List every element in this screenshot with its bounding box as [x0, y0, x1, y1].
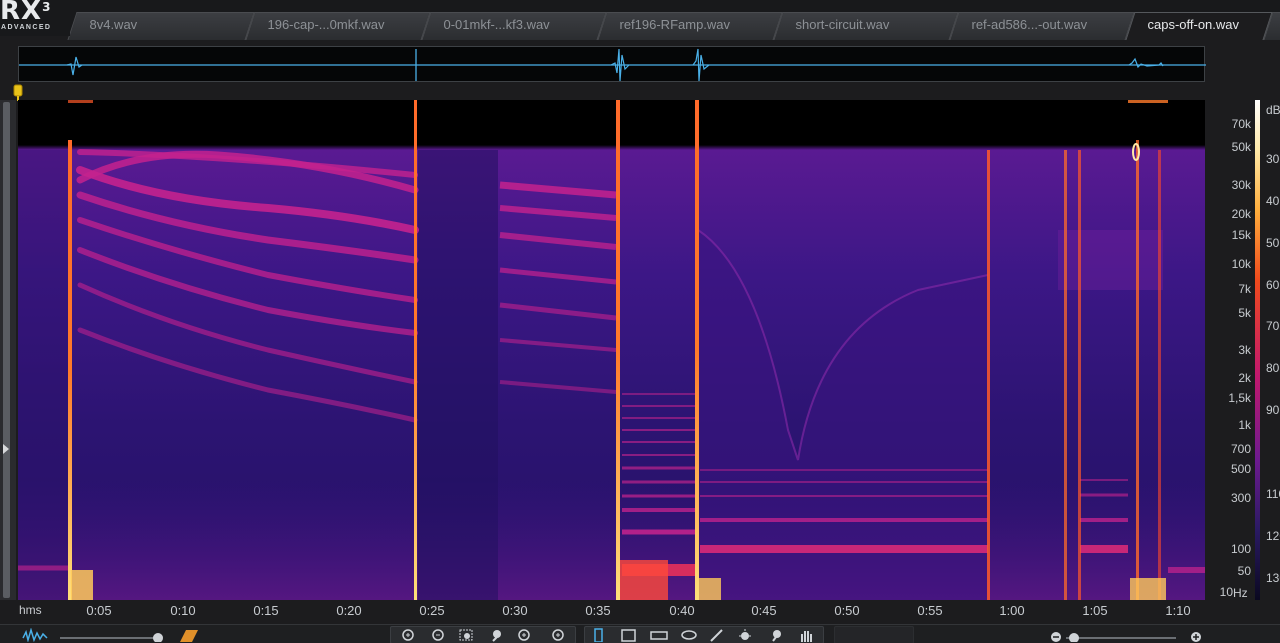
file-tab-bar: 8v4.wav 196-cap-...0mkf.wav 0-01mkf-...k…	[67, 0, 1280, 40]
db-label: 90	[1266, 403, 1280, 417]
rect-select-icon[interactable]	[620, 628, 638, 642]
db-label: 110	[1266, 487, 1280, 501]
zoom-time-icon[interactable]	[488, 628, 506, 642]
time-label: 0:25	[419, 603, 445, 618]
zoom-selection-icon[interactable]	[458, 628, 476, 642]
brush-select-icon[interactable]	[708, 628, 726, 642]
tab-8v4[interactable]: 8v4.wav	[67, 12, 255, 40]
db-label: 30	[1266, 152, 1280, 166]
magic-wand-icon[interactable]	[736, 628, 754, 642]
tab-short-circuit[interactable]: short-circuit.wav	[773, 12, 959, 40]
tab-ref-ad586[interactable]: ref-ad586...-out.wav	[949, 12, 1135, 40]
freq-select-icon[interactable]	[650, 628, 668, 642]
freq-label: 5k	[1238, 306, 1251, 320]
time-label: 0:50	[834, 603, 860, 618]
lasso-select-icon[interactable]	[680, 628, 698, 642]
bottom-toolbar	[0, 624, 1280, 643]
db-label: 40	[1266, 194, 1280, 208]
freq-label: 10	[1219, 585, 1233, 599]
db-scale-title: dB	[1266, 103, 1280, 117]
logo-text: RX3	[0, 0, 52, 26]
freq-label: 7k	[1238, 282, 1251, 296]
freq-label: 700	[1230, 442, 1251, 456]
freq-label: 3k	[1238, 343, 1251, 357]
freq-label: 50k	[1231, 140, 1251, 154]
freq-label: 1,5k	[1228, 391, 1251, 405]
db-label: 50	[1266, 236, 1280, 250]
zoom-out-icon[interactable]	[430, 628, 448, 642]
zoom-freq-out-icon[interactable]	[550, 628, 568, 642]
time-label: 1:00	[999, 603, 1025, 618]
db-color-scale	[1255, 100, 1260, 600]
time-select-icon[interactable]	[590, 628, 608, 642]
time-label: 1:10	[1165, 603, 1191, 618]
zoom-plus-icon[interactable]	[1188, 628, 1206, 642]
time-label: 1:05	[1082, 603, 1108, 618]
zoom-slider-icon[interactable]	[58, 628, 168, 642]
freq-label: 2k	[1238, 371, 1251, 385]
freq-unit-label: Hz	[1233, 586, 1248, 600]
logo-subtitle: ADVANCED	[1, 24, 52, 31]
search-icon[interactable]	[768, 628, 786, 642]
freq-label: 10k	[1231, 257, 1251, 271]
db-label: 70	[1266, 319, 1280, 333]
db-label: 130	[1266, 571, 1280, 585]
app-logo: RX3 ADVANCED	[0, 0, 70, 36]
spectrogram-display[interactable]	[18, 100, 1205, 600]
db-label: 80	[1266, 361, 1280, 375]
expand-panel-icon[interactable]	[3, 444, 9, 454]
zoom-freq-in-icon[interactable]	[516, 628, 534, 642]
hand-icon[interactable]	[798, 628, 816, 642]
waveform-icon[interactable]	[22, 628, 48, 642]
time-label: 0:55	[917, 603, 943, 618]
time-label: 0:40	[669, 603, 695, 618]
freq-label: 500	[1230, 462, 1251, 476]
disabled-tool-group	[834, 626, 914, 643]
frequency-axis: 70k 50k 30k 20k 15k 10k 7k 5k 3k 2k 1,5k…	[1205, 100, 1253, 600]
time-label: 0:20	[336, 603, 362, 618]
db-label: 60	[1266, 278, 1280, 292]
freq-label: 20k	[1231, 207, 1251, 221]
vertical-scrollbar[interactable]	[0, 100, 16, 600]
time-label: 0:30	[502, 603, 528, 618]
zoom-in-icon[interactable]	[400, 628, 418, 642]
freq-label: 1k	[1238, 418, 1251, 432]
db-label: 120	[1266, 529, 1280, 543]
waveform-overview[interactable]	[18, 46, 1206, 82]
tab-196-cap[interactable]: 196-cap-...0mkf.wav	[245, 12, 431, 40]
time-axis: 0:05 0:10 0:15 0:20 0:25 0:30 0:35 0:40 …	[18, 600, 1205, 622]
zoom-minus-icon[interactable]	[1048, 628, 1188, 642]
freq-label: 15k	[1231, 228, 1251, 242]
freq-label: 50	[1237, 564, 1251, 578]
freq-label: 30k	[1231, 178, 1251, 192]
waveform-graph	[19, 48, 1206, 82]
tab-0-01mkf[interactable]: 0-01mkf-...kf3.wav	[421, 12, 607, 40]
time-label: 0:45	[751, 603, 777, 618]
tab-caps-off-on[interactable]: caps-off-on.wav	[1125, 12, 1273, 40]
spectrum-mode-icon[interactable]	[176, 628, 200, 642]
time-label: 0:15	[253, 603, 279, 618]
time-label: 0:05	[86, 603, 112, 618]
time-label: 0:35	[585, 603, 611, 618]
tab-ref196-rfamp[interactable]: ref196-RFamp.wav	[597, 12, 783, 40]
freq-label: 300	[1230, 491, 1251, 505]
scrollbar-thumb[interactable]	[3, 102, 10, 598]
time-label: 0:10	[170, 603, 196, 618]
freq-label: 70k	[1231, 117, 1251, 131]
freq-label: 100	[1230, 542, 1251, 556]
selection-marker-strip[interactable]	[0, 86, 1280, 100]
